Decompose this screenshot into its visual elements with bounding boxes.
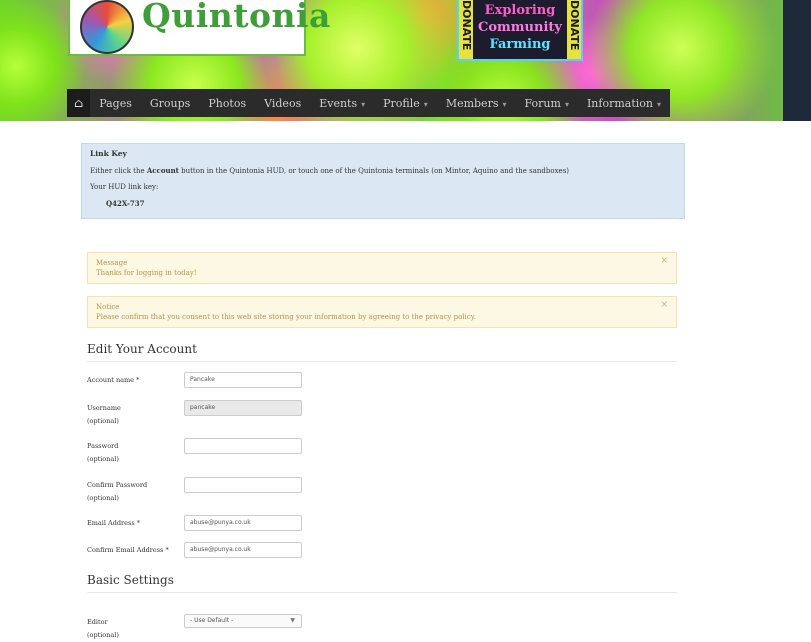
link-key-label: Your HUD link key: [90,183,159,191]
confirm-email-label: Confirm Email Address * [87,544,184,557]
donate-label-right: DONATE [568,0,581,51]
promo-line-3: Farming [489,37,551,52]
field-label: Email Address * [87,519,140,527]
link-key-text-after: button in the Quintonia HUD, or touch on… [178,167,570,175]
alert-text: Please confirm that you consent to this … [96,313,476,321]
chevron-down-icon: ▾ [656,99,661,109]
field-optional: (optional) [87,631,119,639]
site-logo[interactable]: Quintonia [68,0,330,56]
link-key-title: Link Key [90,149,127,158]
field-label: Confirm Password [87,481,148,489]
alert-title: Message [96,259,128,267]
field-label: Editor [87,618,108,626]
donate-label-left: DONATE [460,0,473,51]
password-field[interactable] [184,438,302,454]
promo-line-1: Exploring [484,3,556,18]
promo-text: Exploring Community Farming [475,2,565,53]
donate-side-right: DONATE [567,0,581,59]
alert-title: Notice [96,303,120,311]
field-label: Password [87,442,119,450]
nav-item-label: Events [319,96,358,110]
account-name-label: Account name * [87,374,182,387]
promo-line-2: Community [478,20,562,35]
confirm-password-field[interactable] [184,477,302,493]
chevron-down-icon: ▾ [423,99,428,109]
nav-item-information[interactable]: Information ▾ [578,97,670,110]
field-label: Username [87,404,121,412]
chevron-down-icon: ▾ [361,99,366,109]
nav-item-label: Forum [524,96,561,110]
nav-item-label: Photos [208,96,247,110]
banner-edge [783,0,811,121]
home-icon[interactable]: ⌂ [67,89,91,117]
link-key-text-bold: Account [146,166,179,175]
nav-item-label: Videos [264,96,302,110]
divider [87,361,677,362]
nav-item-label: Pages [99,96,132,110]
close-icon[interactable]: × [660,256,668,266]
edit-account-heading: Edit Your Account [87,342,197,356]
donate-promo-banner[interactable]: DONATE Exploring Community Farming DONAT… [457,0,583,61]
email-field[interactable]: abuse@punya.co.uk [184,515,302,531]
divider [87,592,677,593]
editor-label: Editor (optional) [87,616,182,642]
nav-item-label: Groups [149,96,191,110]
chevron-down-icon: ▼ [290,617,295,624]
link-key-instructions: Either click the Account button in the Q… [90,166,676,175]
link-key-value: Q42X-737 [106,199,145,208]
nav-item-members[interactable]: Members ▾ [437,97,516,110]
email-label: Email Address * [87,517,182,530]
nav-item-photos[interactable]: Photos [199,97,255,110]
nav-item-videos[interactable]: Videos [255,97,310,110]
alert-text: Thanks for logging in today! [96,269,197,277]
field-optional: (optional) [87,417,119,425]
editor-selected-value: - Use Default - [190,617,234,624]
chevron-down-icon: ▾ [502,99,507,109]
nav-item-events[interactable]: Events ▾ [310,97,374,110]
nav-item-label: Information [586,96,653,110]
logo-text: Quintonia [142,0,331,35]
field-label: Account name * [87,376,140,384]
basic-settings-heading: Basic Settings [87,573,174,587]
password-label: Password (optional) [87,440,182,466]
field-optional: (optional) [87,455,119,463]
username-label: Username (optional) [87,402,182,428]
account-name-input[interactable]: Pancake [184,372,302,388]
link-key-text-before: Either click the [90,167,147,175]
message-alert: Message Thanks for logging in today! × [87,252,677,284]
confirm-password-label: Confirm Password (optional) [87,479,182,505]
field-optional: (optional) [87,494,119,502]
notice-alert: Notice Please confirm that you consent t… [87,296,677,328]
logo-emblem-icon [80,0,134,54]
close-icon[interactable]: × [660,300,668,310]
site-banner: Quintonia DONATE Exploring Community Far… [0,0,811,121]
link-key-panel: Link Key Either click the Account button… [81,143,685,219]
nav-item-groups[interactable]: Groups [141,97,199,110]
nav-item-label: Profile [383,96,420,110]
nav-item-profile[interactable]: Profile ▾ [374,97,437,110]
main-nav: ⌂ Pages Groups Photos Videos Events ▾ Pro… [67,89,670,117]
field-label: Confirm Email Address * [87,546,169,554]
nav-item-label: Members [445,96,499,110]
nav-item-pages[interactable]: Pages [90,97,141,110]
nav-item-forum[interactable]: Forum ▾ [516,97,578,110]
editor-select[interactable]: - Use Default - ▼ [184,614,302,628]
confirm-email-field[interactable]: abuse@punya.co.uk [184,542,302,558]
chevron-down-icon: ▾ [564,99,569,109]
username-input[interactable]: pancake [184,400,302,416]
donate-side-left: DONATE [459,0,473,59]
